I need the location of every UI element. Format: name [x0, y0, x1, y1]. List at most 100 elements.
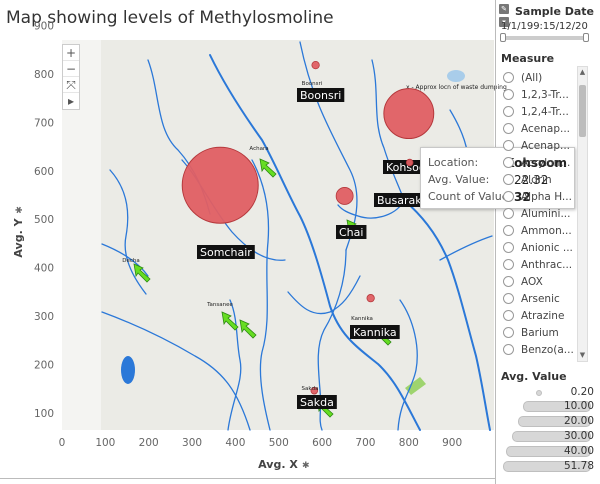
measure-option[interactable]: Alpha H... [503, 188, 583, 205]
location-bubble[interactable] [335, 187, 354, 205]
measure-option[interactable]: Acenap... [503, 120, 583, 137]
radio-button[interactable] [503, 225, 514, 236]
measure-option[interactable]: AOX [503, 273, 583, 290]
measure-option-label: Acenap... [521, 139, 570, 152]
y-tick-label: 700 [34, 117, 54, 129]
map-place-label: Sakda [302, 386, 319, 392]
measure-option[interactable]: Atrazine [503, 307, 583, 324]
expand-toolbar-icon[interactable]: ▸ [63, 93, 79, 109]
radio-button[interactable] [503, 242, 514, 253]
radio-button[interactable] [503, 293, 514, 304]
measure-option-label: Benzo(a... [521, 343, 574, 356]
measure-option[interactable]: Alumini... [503, 205, 583, 222]
radio-button[interactable] [503, 157, 514, 168]
measure-option-label: Ammon... [521, 224, 572, 237]
measure-option-label: 1,2,3-Tr... [521, 88, 569, 101]
location-label: Sakda [300, 396, 334, 409]
measure-option-label: Aldrin [521, 173, 552, 186]
y-axis-pin-icon[interactable]: ✱ [15, 206, 25, 214]
date-range-text[interactable]: 1/1/199:15/12/20 [501, 21, 597, 32]
location-bubble[interactable] [366, 294, 375, 303]
date-slider-end-handle[interactable] [583, 33, 589, 42]
measure-option-label: Arsenic [521, 292, 560, 305]
zoom-in-button[interactable]: + [63, 45, 79, 61]
avg-value-legend-title: Avg. Value [501, 370, 567, 383]
radio-button[interactable] [503, 310, 514, 321]
measure-option[interactable]: 1,2,3-Tr... [503, 86, 583, 103]
measure-option[interactable]: Aldrin [503, 171, 583, 188]
measure-option[interactable]: Barium [503, 324, 583, 341]
measure-option-label: 1,2,4-Tr... [521, 105, 569, 118]
location-bubble[interactable] [181, 146, 259, 224]
radio-button[interactable] [503, 89, 514, 100]
x-axis-pin-icon[interactable]: ✱ [302, 461, 310, 471]
legend-value-label: 40.00 [563, 445, 594, 457]
radio-button[interactable] [503, 327, 514, 338]
measure-option[interactable]: Benzo(a... [503, 341, 583, 358]
measure-title: Measure [501, 52, 555, 65]
measure-option[interactable]: Ammon... [503, 222, 583, 239]
y-tick-label: 500 [34, 214, 54, 226]
measure-option-label: (All) [521, 71, 543, 84]
zoom-out-button[interactable]: − [63, 61, 79, 77]
y-tick-label: 900 [34, 20, 54, 32]
x-tick-label: 200 [139, 437, 159, 449]
radio-button[interactable] [503, 72, 514, 83]
x-tick-label: 600 [312, 437, 332, 449]
measure-option-label: Acrylon... [521, 156, 571, 169]
y-tick-label: 100 [34, 408, 54, 420]
radio-button[interactable] [503, 276, 514, 287]
legend-size-swatch [536, 390, 542, 396]
y-tick-label: 600 [34, 166, 54, 178]
sample-date-title: Sample Date [515, 5, 595, 18]
y-tick-label: 800 [34, 69, 54, 81]
radio-button[interactable] [503, 259, 514, 270]
map-toolbar: + − ⤧ ▸ [62, 44, 80, 110]
location-bubble[interactable] [405, 158, 414, 167]
x-tick-label: 700 [355, 437, 375, 449]
legend-value-label: 51.78 [563, 460, 594, 472]
map-place-label: Achara [249, 146, 268, 152]
measure-option[interactable]: 1,2,4-Tr... [503, 103, 583, 120]
radio-button[interactable] [503, 344, 514, 355]
measure-scrollbar[interactable]: ▲ ▼ [577, 66, 588, 362]
location-bubble[interactable] [311, 60, 320, 70]
radio-button[interactable] [503, 191, 514, 202]
legend-value-label: 10.00 [563, 400, 594, 412]
measure-option-label: Anthrac... [521, 258, 573, 271]
date-slider-start-handle[interactable] [500, 33, 506, 42]
measure-option-label: Atrazine [521, 309, 565, 322]
scroll-up-icon[interactable]: ▲ [578, 68, 587, 77]
radio-button[interactable] [503, 123, 514, 134]
legend-row: 30.00 [497, 430, 597, 443]
clear-filter-icon[interactable]: ✎ [499, 4, 509, 14]
measure-option[interactable]: Acenap... [503, 137, 583, 154]
x-tick-label: 500 [269, 437, 289, 449]
location-bubble[interactable] [383, 88, 435, 140]
legend-row: 10.00 [497, 400, 597, 413]
measure-option[interactable]: Arsenic [503, 290, 583, 307]
measure-option-label: Alumini... [521, 207, 571, 220]
legend-row: 40.00 [497, 445, 597, 458]
scroll-thumb[interactable] [579, 85, 586, 137]
x-tick-label: 800 [399, 437, 419, 449]
worksheet-divider [495, 0, 496, 484]
radio-button[interactable] [503, 140, 514, 151]
scroll-down-icon[interactable]: ▼ [578, 351, 587, 360]
map-place-label: Kannika [351, 316, 373, 322]
pin-icon[interactable]: ⤧ [63, 77, 79, 93]
y-axis-title: Avg. Y [12, 217, 25, 257]
measure-option[interactable]: Acrylon... [503, 154, 583, 171]
radio-button[interactable] [503, 208, 514, 219]
radio-button[interactable] [503, 106, 514, 117]
map-note: x - Approx locn of waste dumping [406, 84, 507, 91]
measure-list: (All) 1,2,3-Tr... 1,2,4-Tr... Acenap... Acen… [503, 69, 583, 358]
location-label: Boonsri [300, 89, 341, 102]
date-range-slider[interactable] [500, 33, 589, 42]
radio-button[interactable] [503, 174, 514, 185]
measure-option[interactable]: Anthrac... [503, 256, 583, 273]
x-tick-label: 0 [59, 437, 66, 449]
measure-option[interactable]: Anionic ... [503, 239, 583, 256]
legend-row: 51.78 [497, 460, 597, 473]
measure-option[interactable]: (All) [503, 69, 583, 86]
